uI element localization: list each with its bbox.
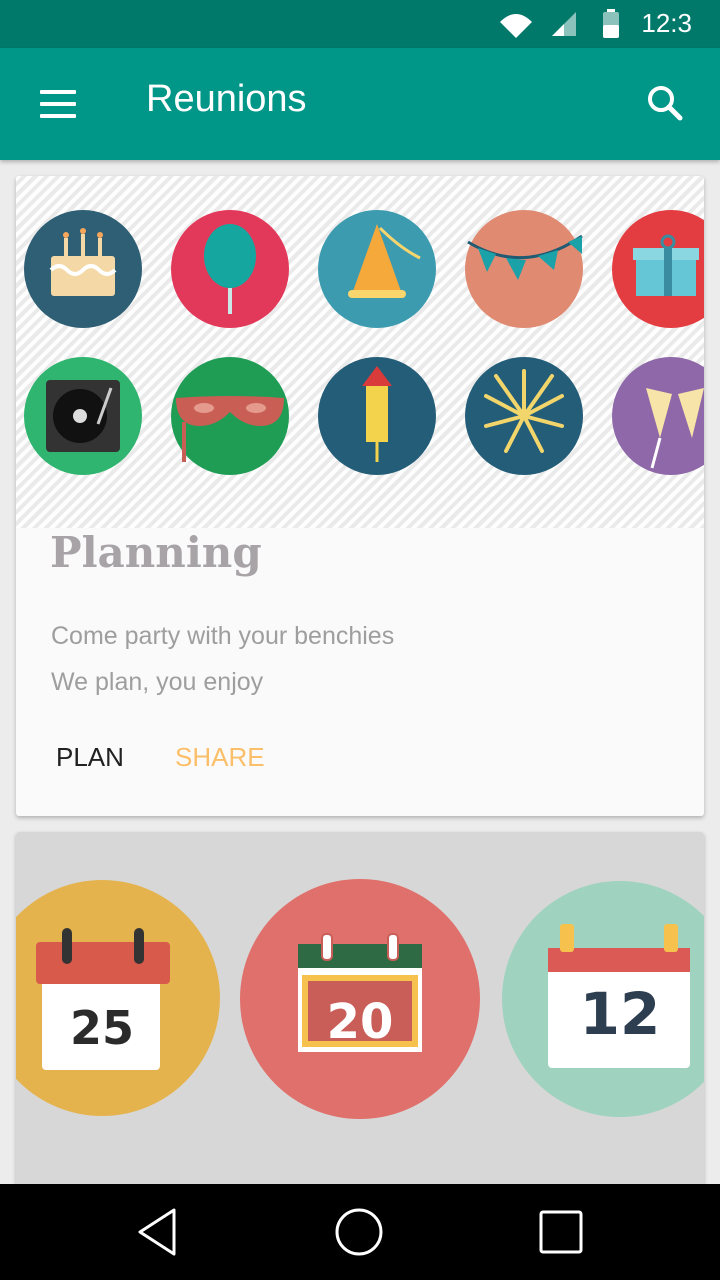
card-title: Planning — [50, 528, 262, 577]
party-hat-icon — [318, 210, 436, 328]
date-label: 25 — [70, 1001, 134, 1055]
gift-icon — [612, 210, 704, 328]
mask-icon — [171, 357, 289, 475]
balloon-icon — [171, 210, 289, 328]
cake-icon — [24, 210, 142, 328]
party-icons-banner — [16, 176, 704, 528]
back-icon[interactable] — [128, 1202, 188, 1262]
firecracker-icon — [318, 357, 436, 475]
calendar-card: 25 20 12 — [16, 832, 704, 1212]
search-icon[interactable] — [640, 78, 692, 130]
turntable-icon — [24, 357, 142, 475]
champagne-icon — [612, 357, 704, 475]
share-button[interactable]: SHARE — [175, 742, 265, 773]
planning-card: Planning Come party with your benchies W… — [16, 176, 704, 816]
plan-button[interactable]: PLAN — [56, 742, 124, 773]
signal-icon — [552, 12, 576, 36]
menu-icon[interactable] — [32, 80, 84, 128]
status-time: 12:3 — [641, 8, 692, 38]
date-label: 20 — [327, 994, 394, 1050]
date-label: 12 — [580, 980, 661, 1048]
page-title: Reunions — [146, 78, 307, 120]
calendar-icons-banner: 25 20 12 — [16, 832, 704, 1212]
status-bar: 12:3 — [0, 0, 720, 48]
home-icon[interactable] — [329, 1202, 389, 1262]
system-nav-bar — [0, 1184, 720, 1280]
fireworks-icon — [465, 357, 583, 475]
calendar-icon: 12 — [502, 881, 704, 1117]
app-bar: Reunions — [0, 48, 720, 160]
bunting-icon — [465, 210, 583, 328]
card-text-line: We plan, you enjoy — [51, 668, 264, 696]
recents-icon[interactable] — [531, 1202, 591, 1262]
calendar-icon: 20 — [240, 879, 480, 1119]
wifi-icon — [500, 14, 532, 38]
battery-icon — [603, 9, 619, 38]
card-text-line: Come party with your benchies — [51, 622, 395, 650]
calendar-icon: 25 — [16, 880, 220, 1116]
